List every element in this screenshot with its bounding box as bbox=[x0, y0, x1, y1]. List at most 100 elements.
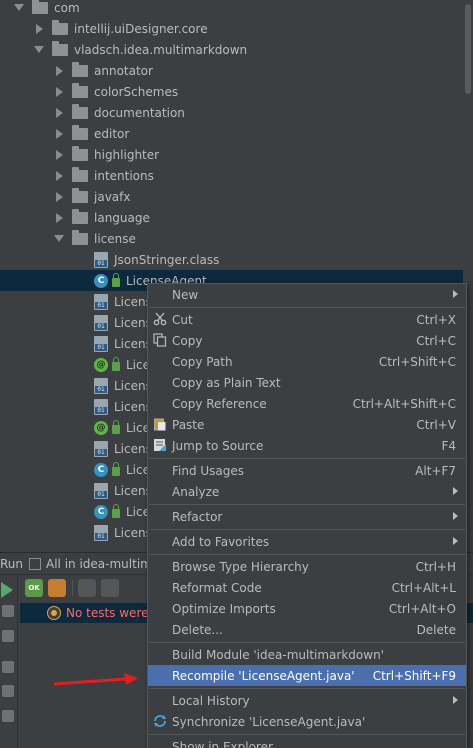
expand-arrow-right-icon[interactable] bbox=[56, 107, 63, 118]
run-side-toolbar bbox=[0, 575, 18, 748]
test-status-text: No tests were bbox=[66, 606, 149, 620]
tree-scrollbar-thumb[interactable] bbox=[465, 4, 471, 94]
tree-item-label: editor bbox=[94, 126, 130, 141]
menu-item-copy-path[interactable]: Copy Path Ctrl+Shift+C bbox=[148, 351, 466, 372]
menu-item-local-history[interactable]: Local History bbox=[148, 690, 466, 711]
expand-arrow-down-icon[interactable] bbox=[54, 235, 64, 242]
menu-item-shortcut: Ctrl+X bbox=[416, 312, 456, 327]
sort-duration-icon[interactable] bbox=[101, 579, 119, 597]
tree-item-label: highlighter bbox=[94, 147, 160, 162]
lock-icon bbox=[112, 356, 120, 371]
menu-item-delete[interactable]: Delete... Delete bbox=[148, 619, 466, 640]
toggle-icon[interactable] bbox=[2, 661, 14, 673]
menu-separator bbox=[149, 529, 465, 530]
class-file-icon: 01 bbox=[94, 335, 108, 352]
menu-item-build-module-idea-multimarkdown[interactable]: Build Module 'idea-multimarkdown' bbox=[148, 644, 466, 665]
expand-arrow-right-icon[interactable] bbox=[56, 191, 63, 202]
tree-item-label: colorSchemes bbox=[94, 84, 179, 99]
folder-icon bbox=[72, 61, 88, 77]
menu-item-copy-as-plain-text[interactable]: Copy as Plain Text bbox=[148, 372, 466, 393]
annotation-icon: @ bbox=[94, 420, 108, 435]
menu-item-find-usages[interactable]: Find Usages Alt+F7 bbox=[148, 460, 466, 481]
folder-icon bbox=[72, 82, 88, 98]
expand-arrow-right-icon[interactable] bbox=[56, 170, 63, 181]
menu-item-shortcut: Alt+F7 bbox=[415, 463, 456, 478]
menu-item-paste[interactable]: Paste Ctrl+V bbox=[148, 414, 466, 435]
menu-item-reformat-code[interactable]: Reformat Code Ctrl+Alt+L bbox=[148, 577, 466, 598]
tree-folder-row[interactable]: javafx bbox=[0, 186, 473, 207]
expand-arrow-right-icon[interactable] bbox=[36, 23, 43, 34]
menu-item-shortcut: Delete bbox=[416, 622, 456, 637]
class-icon: C bbox=[94, 462, 108, 477]
tree-item-label: com bbox=[54, 0, 80, 15]
tree-folder-row[interactable]: com bbox=[0, 0, 473, 18]
menu-item-jump-to-source[interactable]: Jump to Source F4 bbox=[148, 435, 466, 456]
folder-icon bbox=[72, 229, 88, 245]
menu-item-copy[interactable]: Copy Ctrl+C bbox=[148, 330, 466, 351]
menu-item-optimize-imports[interactable]: Optimize Imports Ctrl+Alt+O bbox=[148, 598, 466, 619]
menu-item-shortcut: Ctrl+Shift+C bbox=[378, 354, 456, 369]
menu-item-label: Jump to Source bbox=[172, 438, 264, 453]
tree-folder-row[interactable]: intentions bbox=[0, 165, 473, 186]
expand-arrow-right-icon[interactable] bbox=[56, 86, 63, 97]
menu-item-shortcut: F4 bbox=[441, 438, 456, 453]
tree-folder-row[interactable]: documentation bbox=[0, 102, 473, 123]
submenu-arrow-icon bbox=[453, 512, 458, 520]
tree-folder-row[interactable]: highlighter bbox=[0, 144, 473, 165]
show-ignored-icon[interactable] bbox=[48, 579, 66, 597]
menu-item-refactor[interactable]: Refactor bbox=[148, 506, 466, 527]
class-file-icon: 01 bbox=[94, 440, 108, 457]
folder-icon bbox=[72, 187, 88, 203]
tree-folder-row[interactable]: annotator bbox=[0, 60, 473, 81]
expand-arrow-right-icon[interactable] bbox=[56, 212, 63, 223]
menu-item-shortcut: Ctrl+Alt+O bbox=[388, 601, 456, 616]
menu-item-show-in-explorer[interactable]: Show in Explorer bbox=[148, 736, 466, 748]
tree-folder-row[interactable]: intellij.uiDesigner.core bbox=[0, 18, 473, 39]
rerun-failed-icon[interactable] bbox=[2, 630, 14, 642]
export-icon[interactable] bbox=[2, 685, 14, 697]
menu-item-label: New bbox=[172, 287, 199, 302]
menu-separator bbox=[149, 554, 465, 555]
context-menu: New Cut Ctrl+X Copy Ctrl+C Copy Path Ctrl+Shif… bbox=[147, 283, 467, 748]
expand-arrow-right-icon[interactable] bbox=[56, 149, 63, 160]
stop-icon[interactable] bbox=[2, 605, 14, 617]
pin-icon[interactable] bbox=[2, 710, 14, 722]
lock-icon bbox=[112, 503, 120, 518]
menu-item-analyze[interactable]: Analyze bbox=[148, 481, 466, 502]
tree-file-row[interactable]: 01 JsonStringer.class bbox=[0, 249, 473, 270]
menu-item-shortcut: Ctrl+Alt+L bbox=[391, 580, 456, 595]
menu-item-add-to-favorites[interactable]: Add to Favorites bbox=[148, 531, 466, 552]
folder-icon bbox=[72, 124, 88, 140]
expand-arrow-right-icon[interactable] bbox=[56, 65, 63, 76]
tree-folder-row[interactable]: license bbox=[0, 228, 473, 249]
expand-arrow-down-icon[interactable] bbox=[34, 46, 44, 53]
class-file-icon: 01 bbox=[94, 314, 108, 331]
folder-icon bbox=[72, 208, 88, 224]
class-file-icon: 01 bbox=[94, 524, 108, 541]
tree-folder-row[interactable]: editor bbox=[0, 123, 473, 144]
tree-folder-row[interactable]: language bbox=[0, 207, 473, 228]
tree-folder-row[interactable]: colorSchemes bbox=[0, 81, 473, 102]
menu-item-cut[interactable]: Cut Ctrl+X bbox=[148, 309, 466, 330]
tree-folder-row[interactable]: vladsch.idea.multimarkdown bbox=[0, 39, 473, 60]
tree-item-label: intellij.uiDesigner.core bbox=[74, 21, 208, 36]
menu-separator bbox=[149, 458, 465, 459]
menu-item-shortcut: Ctrl+H bbox=[415, 559, 456, 574]
submenu-arrow-icon bbox=[453, 487, 458, 495]
menu-item-label: Optimize Imports bbox=[172, 601, 276, 616]
expand-arrow-right-icon[interactable] bbox=[56, 128, 63, 139]
show-passed-ok-icon[interactable]: OK bbox=[25, 579, 43, 597]
folder-icon bbox=[52, 40, 68, 56]
menu-item-label: Copy bbox=[172, 333, 203, 348]
menu-item-new[interactable]: New bbox=[148, 284, 466, 305]
menu-item-label: Copy Path bbox=[172, 354, 233, 369]
menu-item-recompile-licenseagent-java[interactable]: Recompile 'LicenseAgent.java' Ctrl+Shift+… bbox=[148, 665, 466, 686]
sort-alpha-icon[interactable] bbox=[78, 579, 96, 597]
menu-item-copy-reference[interactable]: Copy Reference Ctrl+Alt+Shift+C bbox=[148, 393, 466, 414]
menu-item-shortcut: Ctrl+C bbox=[416, 333, 456, 348]
expand-arrow-down-icon[interactable] bbox=[14, 4, 24, 11]
menu-item-browse-type-hierarchy[interactable]: Browse Type Hierarchy Ctrl+H bbox=[148, 556, 466, 577]
menu-item-label: Add to Favorites bbox=[172, 534, 270, 549]
rerun-play-icon[interactable] bbox=[1, 582, 13, 598]
menu-item-synchronize-licenseagent-java[interactable]: Synchronize 'LicenseAgent.java' bbox=[148, 711, 466, 732]
